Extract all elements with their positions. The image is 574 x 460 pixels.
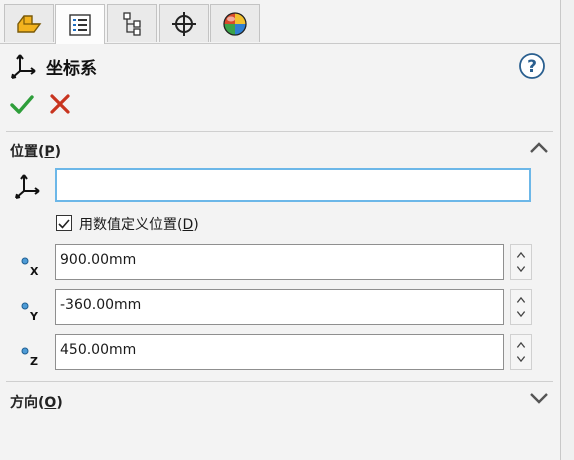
svg-text:Y: Y — [29, 310, 39, 323]
divider — [6, 381, 553, 382]
feature-header: 坐标系 — [8, 50, 97, 82]
spin-up-icon — [516, 296, 526, 303]
z-spinner[interactable] — [510, 334, 532, 370]
crosshair-icon — [172, 11, 196, 36]
x-coordinate-icon: X — [21, 257, 39, 278]
y-coordinate-input[interactable]: -360.00mm — [55, 289, 504, 325]
close-icon — [50, 94, 70, 114]
property-manager-tab[interactable] — [55, 4, 105, 44]
feature-manager-tab[interactable] — [4, 4, 54, 42]
y-spinner[interactable] — [510, 289, 532, 325]
divider — [6, 131, 553, 132]
ok-button[interactable] — [10, 92, 34, 116]
help-icon[interactable]: ? — [518, 52, 546, 80]
expand-chevron-down-icon[interactable] — [528, 391, 550, 405]
z-coordinate-input[interactable]: 450.00mm — [55, 334, 504, 370]
checkmark-icon — [10, 95, 34, 114]
x-coordinate-input[interactable]: 900.00mm — [55, 244, 504, 280]
position-section-title[interactable]: 位置(P) — [10, 141, 61, 161]
collapse-chevron-up-icon[interactable] — [528, 141, 550, 155]
origin-selection-box[interactable] — [55, 168, 531, 202]
checkmark-icon — [58, 219, 70, 229]
z-coordinate-icon: Z — [21, 347, 38, 368]
dimxpert-manager-tab[interactable] — [159, 4, 209, 42]
property-manager-panel: 坐标系 ? 位置(P) 用数值定义位置(D) X 900.00mm Y -360… — [0, 0, 561, 460]
panel-edge — [561, 0, 574, 460]
svg-text:Z: Z — [30, 355, 38, 368]
spin-down-icon — [516, 266, 526, 273]
coordinate-origin-icon — [15, 174, 40, 199]
configuration-tree-icon — [123, 11, 141, 36]
cancel-button[interactable] — [49, 93, 71, 115]
display-manager-tab[interactable] — [210, 4, 260, 42]
orientation-section-title[interactable]: 方向(O) — [10, 392, 63, 412]
spin-up-icon — [516, 251, 526, 258]
y-coordinate-icon: Y — [21, 302, 39, 323]
property-list-icon — [69, 13, 91, 36]
part-icon — [17, 14, 42, 33]
svg-text:?: ? — [527, 57, 537, 77]
appearance-sphere-icon — [223, 11, 247, 36]
manager-tab-bar — [0, 0, 560, 44]
page-title: 坐标系 — [46, 58, 97, 79]
spin-up-icon — [516, 341, 526, 348]
use-numeric-label[interactable]: 用数值定义位置(D) — [79, 214, 199, 234]
svg-text:X: X — [30, 265, 39, 278]
coordinate-system-icon — [11, 54, 36, 79]
use-numeric-checkbox[interactable] — [56, 215, 72, 231]
spin-down-icon — [516, 311, 526, 318]
spin-down-icon — [516, 356, 526, 363]
x-spinner[interactable] — [510, 244, 532, 280]
configuration-manager-tab[interactable] — [107, 4, 157, 42]
